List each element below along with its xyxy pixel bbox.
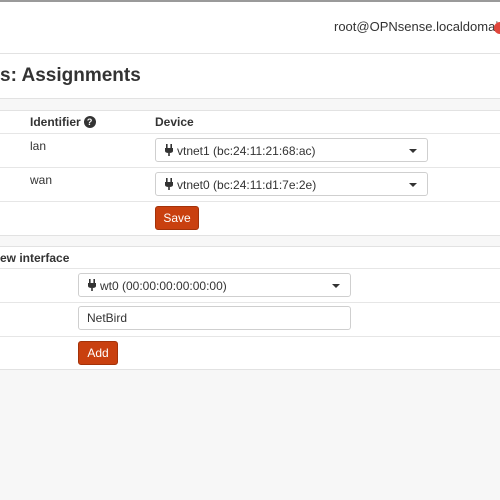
section-title: ew interface — [0, 251, 70, 265]
plug-icon — [165, 144, 173, 156]
column-header-device: Device — [155, 115, 194, 129]
chevron-down-icon — [332, 284, 340, 288]
chevron-down-icon — [409, 149, 417, 153]
assignments-panel: Identifier? Device lan vtnet1 (bc:24:11:… — [0, 110, 500, 236]
save-row: Save — [0, 201, 500, 235]
table-row: wan vtnet0 (bc:24:11:d1:7e:2e) — [0, 167, 500, 202]
page-title: s: Assignments — [0, 65, 141, 86]
add-button[interactable]: Add — [78, 341, 118, 365]
device-select-value: vtnet0 (bc:24:11:d1:7e:2e) — [177, 178, 317, 192]
section-header-row: ew interface — [0, 247, 500, 269]
description-input[interactable] — [78, 306, 351, 330]
table-row: lan vtnet1 (bc:24:11:21:68:ac) — [0, 133, 500, 168]
new-device-select[interactable]: wt0 (00:00:00:00:00:00) — [78, 273, 351, 297]
status-indicator-icon[interactable] — [494, 22, 500, 34]
device-select[interactable]: vtnet1 (bc:24:11:21:68:ac) — [155, 138, 428, 162]
help-icon[interactable]: ? — [83, 116, 96, 128]
save-button[interactable]: Save — [155, 206, 199, 230]
top-navbar: root@OPNsense.localdomain — [0, 0, 500, 54]
plug-icon — [165, 178, 173, 190]
new-device-row: wt0 (00:00:00:00:00:00) — [0, 268, 500, 303]
plug-icon — [88, 279, 96, 291]
new-device-select-value: wt0 (00:00:00:00:00:00) — [100, 279, 227, 293]
interface-identifier: wan — [30, 173, 53, 187]
user-menu[interactable]: root@OPNsense.localdomain — [334, 19, 500, 34]
interface-identifier: lan — [30, 139, 47, 153]
device-select-value: vtnet1 (bc:24:11:21:68:ac) — [177, 144, 316, 158]
table-header-row: Identifier? Device — [0, 111, 500, 134]
column-header-identifier: Identifier? — [30, 115, 96, 129]
chevron-down-icon — [409, 183, 417, 187]
add-row: Add — [0, 336, 500, 369]
description-row — [0, 302, 500, 337]
device-select[interactable]: vtnet0 (bc:24:11:d1:7e:2e) — [155, 172, 428, 196]
page-header: s: Assignments — [0, 54, 500, 99]
new-interface-panel: ew interface wt0 (00:00:00:00:00:00) Add — [0, 246, 500, 370]
